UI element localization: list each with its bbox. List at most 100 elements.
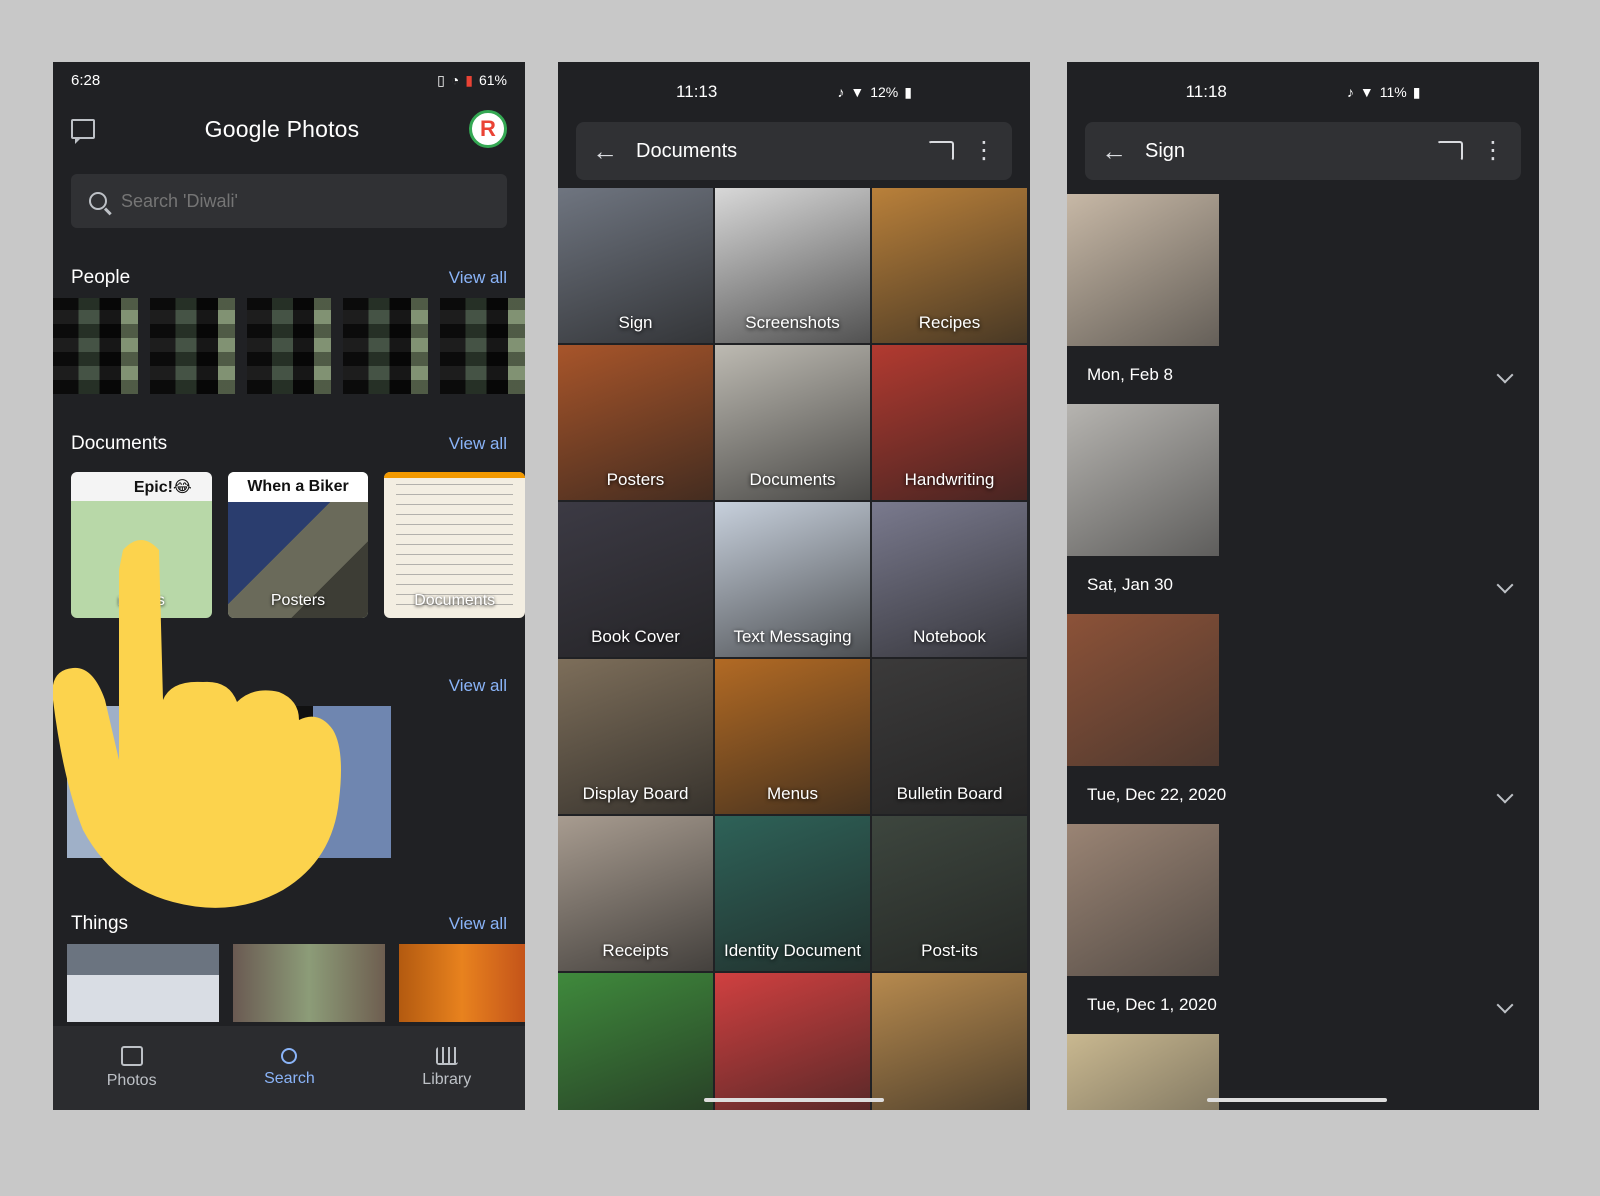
chevron-down-icon[interactable] <box>1496 576 1514 594</box>
nav-label: Photos <box>106 1072 157 1089</box>
date-group-header[interactable]: Sat, Jan 30 <box>1067 556 1539 614</box>
person-thumbnail[interactable] <box>246 298 332 394</box>
documents-section-header: Documents View all <box>53 424 525 464</box>
category-tile[interactable]: Bulletin Board <box>872 659 1027 814</box>
thing-thumbnail[interactable] <box>232 944 385 1022</box>
wifi-icon: ▼ <box>1359 84 1374 100</box>
photo-thumbnail[interactable] <box>1067 824 1219 976</box>
app-title: Google Photos <box>204 115 360 142</box>
library-icon <box>435 1047 458 1065</box>
category-label: Post-its <box>921 941 978 960</box>
doc-card-caption: Documents <box>414 592 496 609</box>
place-thumbnail[interactable] <box>235 706 391 858</box>
home-indicator <box>1207 1098 1387 1102</box>
nav-library[interactable]: Library <box>422 1047 471 1089</box>
category-label: Screenshots <box>745 313 840 332</box>
doc-card-posters[interactable]: When a Biker Posters <box>227 472 369 618</box>
category-tile[interactable]: Screenshots <box>715 188 870 343</box>
nav-photos[interactable]: Photos <box>107 1046 157 1090</box>
doc-card-caption: Posters <box>270 592 326 609</box>
category-tile[interactable]: Documents <box>715 345 870 500</box>
category-tile[interactable]: Text Messaging <box>715 502 870 657</box>
things-view-all-link[interactable]: View all <box>449 914 507 934</box>
category-label: Identity Document <box>723 941 861 960</box>
album-top-bar: ← Documents ⋮ <box>576 122 1012 180</box>
category-label: Handwriting <box>904 470 995 489</box>
date-label: Tue, Dec 22, 2020 <box>1087 785 1227 804</box>
people-row <box>53 298 525 394</box>
category-label: Posters <box>606 470 665 489</box>
category-label: Notebook <box>913 627 986 646</box>
documents-view-all-link[interactable]: View all <box>449 434 507 454</box>
photo-thumbnail[interactable] <box>1067 614 1219 766</box>
people-view-all-link[interactable]: View all <box>449 268 507 288</box>
category-label: Sign <box>618 313 653 332</box>
category-label: Documents <box>749 470 836 489</box>
category-tile[interactable] <box>872 973 1027 1110</box>
section-title: Things <box>71 913 129 934</box>
doc-card-screenshots[interactable]: Epic!😂 nshots <box>71 472 212 618</box>
person-thumbnail[interactable] <box>343 298 429 394</box>
chat-icon[interactable] <box>71 119 95 144</box>
photo-thumbnail[interactable] <box>1067 1034 1219 1110</box>
chevron-down-icon[interactable] <box>1496 366 1514 384</box>
search-input[interactable] <box>121 190 421 212</box>
category-label: Bulletin Board <box>896 784 1003 803</box>
category-tile[interactable]: Sign <box>558 188 713 343</box>
documents-album-screen: 11:13 ♪ ▼ 12% ▮ ← Documents ⋮ Sign Screen… <box>558 62 1030 1110</box>
wifi-icon: ◔ <box>450 72 460 88</box>
more-options-icon[interactable]: ⋮ <box>1481 139 1505 163</box>
section-title: Pl <box>71 675 88 696</box>
back-arrow-icon[interactable]: ← <box>1101 136 1127 167</box>
search-icon <box>89 192 107 210</box>
date-group-header[interactable]: Tue, Dec 22, 2020 <box>1067 766 1539 824</box>
documents-row: Epic!😂 nshots When a Biker Posters Docum… <box>53 472 525 618</box>
home-indicator <box>704 1098 884 1102</box>
category-tile[interactable]: Book Cover <box>558 502 713 657</box>
section-title: People <box>71 267 131 288</box>
back-arrow-icon[interactable]: ← <box>592 136 618 167</box>
things-section-header: Things View all <box>53 904 525 944</box>
places-view-all-link[interactable]: View all <box>449 676 507 696</box>
category-tile[interactable]: Notebook <box>872 502 1027 657</box>
nav-search[interactable]: Search <box>264 1048 315 1088</box>
place-thumbnail[interactable] <box>67 706 223 858</box>
mute-icon: ♪ <box>837 84 845 100</box>
thing-thumbnail[interactable] <box>67 944 219 1022</box>
category-label: Text Messaging <box>733 627 852 646</box>
category-tile[interactable] <box>715 973 870 1110</box>
chevron-down-icon[interactable] <box>1496 786 1514 804</box>
person-thumbnail[interactable] <box>53 298 138 394</box>
status-bar: 6:28 ▯ ◔ ▮ 61% <box>53 62 525 98</box>
photo-thumbnail[interactable] <box>1067 404 1219 556</box>
person-thumbnail[interactable] <box>149 298 235 394</box>
cast-icon[interactable] <box>1437 141 1463 161</box>
photo-thumbnail[interactable] <box>1067 194 1219 346</box>
search-bar[interactable] <box>71 174 507 228</box>
people-section-header: People View all <box>53 258 525 298</box>
category-tile[interactable]: Identity Document <box>715 816 870 971</box>
date-group-header[interactable]: Tue, Dec 1, 2020 <box>1067 976 1539 1034</box>
category-tile[interactable]: Display Board <box>558 659 713 814</box>
places-section-header: Pl View all <box>53 666 525 706</box>
category-tile[interactable]: Menus <box>715 659 870 814</box>
status-time: 6:28 <box>71 71 101 89</box>
category-tile[interactable]: Post-its <box>872 816 1027 971</box>
doc-card-documents[interactable]: Documents <box>384 472 525 618</box>
more-options-icon[interactable]: ⋮ <box>972 139 996 163</box>
google-photos-search-screen: 6:28 ▯ ◔ ▮ 61% Google Photos R People Vi… <box>53 62 525 1110</box>
category-tile[interactable]: Receipts <box>558 816 713 971</box>
avatar[interactable]: R <box>468 110 507 148</box>
status-time: 11:13 <box>676 82 718 101</box>
chevron-down-icon[interactable] <box>1496 996 1514 1014</box>
date-group-header[interactable]: Mon, Feb 8 <box>1067 346 1539 404</box>
sign-album-screen: 11:18 ♪ ▼ 11% ▮ ← Sign ⋮ Mon, Feb 8 Sat, … <box>1067 62 1539 1110</box>
category-tile[interactable]: Recipes <box>872 188 1027 343</box>
cast-icon[interactable] <box>928 141 954 161</box>
category-tile[interactable]: Handwriting <box>872 345 1027 500</box>
thing-thumbnail[interactable] <box>398 944 525 1022</box>
person-thumbnail[interactable] <box>440 298 525 394</box>
category-tile[interactable]: Posters <box>558 345 713 500</box>
category-tile[interactable] <box>558 973 713 1110</box>
category-label: Recipes <box>918 313 981 332</box>
